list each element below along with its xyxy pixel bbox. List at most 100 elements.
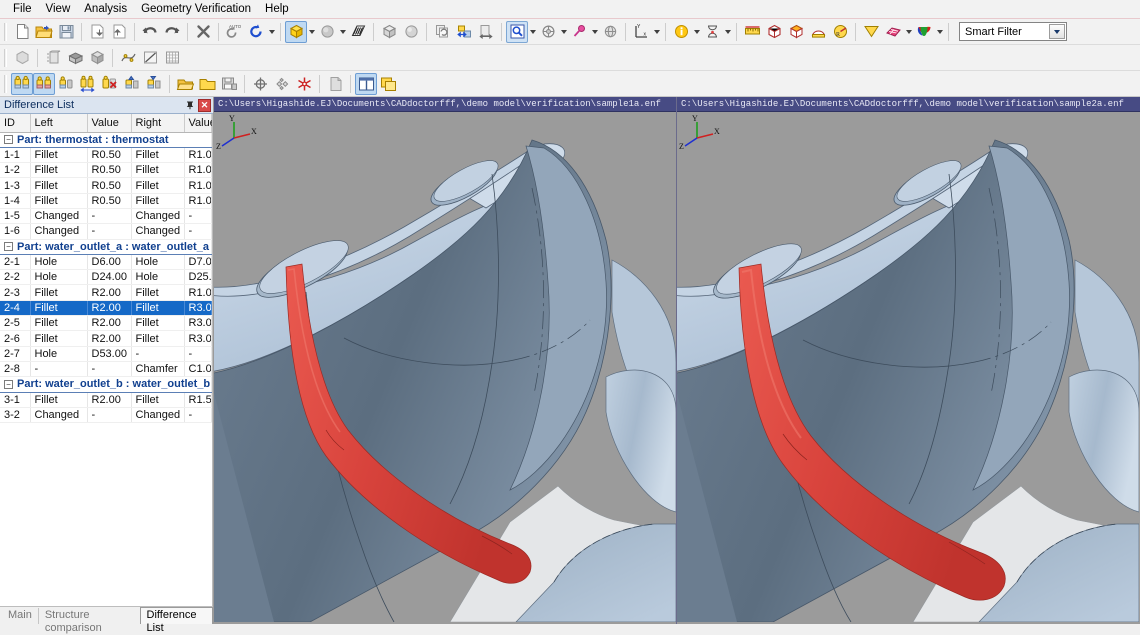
toolbar-grip[interactable] xyxy=(3,74,9,93)
folder-open-icon[interactable] xyxy=(174,73,196,95)
chevron-down-icon[interactable] xyxy=(590,21,599,43)
open-folder-icon[interactable] xyxy=(33,21,55,43)
chevron-down-icon[interactable] xyxy=(652,21,661,43)
table-row[interactable]: 2-1HoleD6.00HoleD7.00 xyxy=(0,254,212,271)
diamonds-icon[interactable] xyxy=(271,73,293,95)
difference-list-table-wrapper[interactable]: ID Left Value Right Value −Part: thermos… xyxy=(0,114,213,606)
toolbar-grip[interactable] xyxy=(3,48,9,67)
table-row[interactable]: 1-4FilletR0.50FilletR1.00 xyxy=(0,193,212,209)
chevron-down-icon[interactable] xyxy=(528,21,537,43)
column-header-right[interactable]: Right xyxy=(131,114,185,133)
column-header-id[interactable]: ID xyxy=(0,114,31,133)
snowflake-red-icon[interactable] xyxy=(293,73,315,95)
column-header-value-right[interactable]: Value xyxy=(184,114,212,133)
pair-sync-icon[interactable] xyxy=(77,73,99,95)
mesh-icon[interactable] xyxy=(882,21,904,43)
menu-item-analysis[interactable]: Analysis xyxy=(77,1,134,17)
chevron-down-icon[interactable] xyxy=(935,21,944,43)
group-row[interactable]: − Part: water_outlet_a : water_outlet_a xyxy=(0,239,212,255)
tab-main[interactable]: Main xyxy=(2,608,38,624)
pair-down-icon[interactable] xyxy=(143,73,165,95)
arc-measure-icon[interactable] xyxy=(807,21,829,43)
tolerance-icon[interactable] xyxy=(701,21,723,43)
table-row[interactable]: 2-2HoleD24.00HoleD25.00 xyxy=(0,269,212,286)
new-file-icon[interactable] xyxy=(11,21,33,43)
globe-icon[interactable] xyxy=(599,21,621,43)
export-icon[interactable] xyxy=(108,21,130,43)
tab-structure-comparison[interactable]: Structure comparison xyxy=(37,608,140,634)
wire-box-icon[interactable] xyxy=(378,21,400,43)
import-icon[interactable] xyxy=(86,21,108,43)
table-row[interactable]: 2-6FilletR2.00FilletR3.00 xyxy=(0,330,212,347)
table-row[interactable]: 2-4FilletR2.00FilletR3.00 xyxy=(0,300,212,317)
auto-refresh-icon[interactable]: AUTO xyxy=(223,21,245,43)
collapse-toggle-icon[interactable]: − xyxy=(4,379,13,389)
compare-arrow-icon[interactable] xyxy=(453,21,475,43)
copy-pages-icon[interactable] xyxy=(431,21,453,43)
overlay-view-icon[interactable] xyxy=(377,73,399,95)
chevron-down-icon[interactable] xyxy=(692,21,701,43)
pair-up-icon[interactable] xyxy=(121,73,143,95)
table-row[interactable]: 1-6 Changed - Changed - xyxy=(0,223,212,240)
info-icon[interactable] xyxy=(670,21,692,43)
hatch-icon[interactable] xyxy=(347,21,369,43)
undo-icon[interactable] xyxy=(139,21,161,43)
table-row[interactable]: 2-5FilletR2.00FilletR3.00 xyxy=(0,315,212,332)
refresh-icon[interactable] xyxy=(245,21,267,43)
plane-icon[interactable] xyxy=(860,21,882,43)
chevron-down-icon[interactable] xyxy=(267,21,276,43)
zoom-window-icon[interactable] xyxy=(506,20,528,43)
chevron-down-icon[interactable] xyxy=(559,21,568,43)
toolbar-grip[interactable] xyxy=(3,22,9,41)
ruler-icon[interactable] xyxy=(741,21,763,43)
table-row[interactable]: 1-3FilletR0.50FilletR1.00 xyxy=(0,177,212,194)
compare-pair-alt-icon[interactable] xyxy=(33,72,55,95)
line-icon[interactable] xyxy=(139,47,161,69)
folder-icon[interactable] xyxy=(196,73,218,95)
tab-difference-list[interactable]: Difference List xyxy=(139,607,213,634)
page-gray-icon[interactable] xyxy=(11,47,33,69)
open-box-icon[interactable] xyxy=(64,47,86,69)
chevron-down-icon[interactable] xyxy=(338,21,347,43)
box-orange-icon[interactable] xyxy=(785,21,807,43)
group-row[interactable]: − Part: water_outlet_b : water_outlet_b xyxy=(0,376,212,393)
collapse-toggle-icon[interactable]: − xyxy=(4,242,13,252)
page-shadow-icon[interactable] xyxy=(324,73,346,95)
delete-icon[interactable] xyxy=(192,21,214,43)
pin-view-icon[interactable] xyxy=(568,21,590,43)
column-header-value-left[interactable]: Value xyxy=(87,114,132,133)
collapse-toggle-icon[interactable]: − xyxy=(4,135,13,145)
smart-filter-dropdown[interactable]: Smart Filter xyxy=(959,22,1067,41)
menu-item-help[interactable]: Help xyxy=(258,1,296,17)
chevron-down-icon[interactable] xyxy=(723,21,732,43)
right-viewport-canvas[interactable]: Y X Z xyxy=(677,112,1140,624)
sphere-gray-icon[interactable] xyxy=(400,21,422,43)
radius-icon[interactable]: R xyxy=(829,21,851,43)
table-row[interactable]: 1-5 Changed - Changed - xyxy=(0,208,212,225)
table-row[interactable]: 3-2 Changed - Changed - xyxy=(0,407,212,424)
chevron-down-icon[interactable] xyxy=(307,21,316,43)
box-outline-icon[interactable] xyxy=(763,21,785,43)
chevron-down-icon[interactable] xyxy=(904,21,913,43)
save-icon[interactable] xyxy=(55,21,77,43)
menu-item-geometry-verification[interactable]: Geometry Verification xyxy=(134,1,258,17)
table-row[interactable]: 1-2FilletR0.50FilletR1.00 xyxy=(0,162,212,179)
pair-single-icon[interactable] xyxy=(55,73,77,95)
grid-surface-icon[interactable] xyxy=(161,47,183,69)
close-icon[interactable]: ✕ xyxy=(198,98,211,112)
save-as-icon[interactable] xyxy=(218,73,240,95)
curve-icon[interactable] xyxy=(117,47,139,69)
color-shade-icon[interactable] xyxy=(913,21,935,43)
table-row[interactable]: 1-1FilletR0.50FilletR1.00 xyxy=(0,147,212,164)
menu-item-view[interactable]: View xyxy=(39,1,78,17)
shaded-sphere-icon[interactable] xyxy=(316,21,338,43)
pin-icon[interactable] xyxy=(183,99,196,112)
group-row[interactable]: − Part: thermostat : thermostat xyxy=(0,132,212,148)
column-header-left[interactable]: Left xyxy=(30,114,88,133)
solid-cube-icon[interactable] xyxy=(285,20,307,43)
compare-pair-icon[interactable] xyxy=(11,72,33,95)
menu-item-file[interactable]: File xyxy=(6,1,39,17)
axis-icon[interactable]: Yx xyxy=(630,21,652,43)
redo-icon[interactable] xyxy=(161,21,183,43)
table-row[interactable]: 2-8--ChamferC1.00 xyxy=(0,361,212,378)
